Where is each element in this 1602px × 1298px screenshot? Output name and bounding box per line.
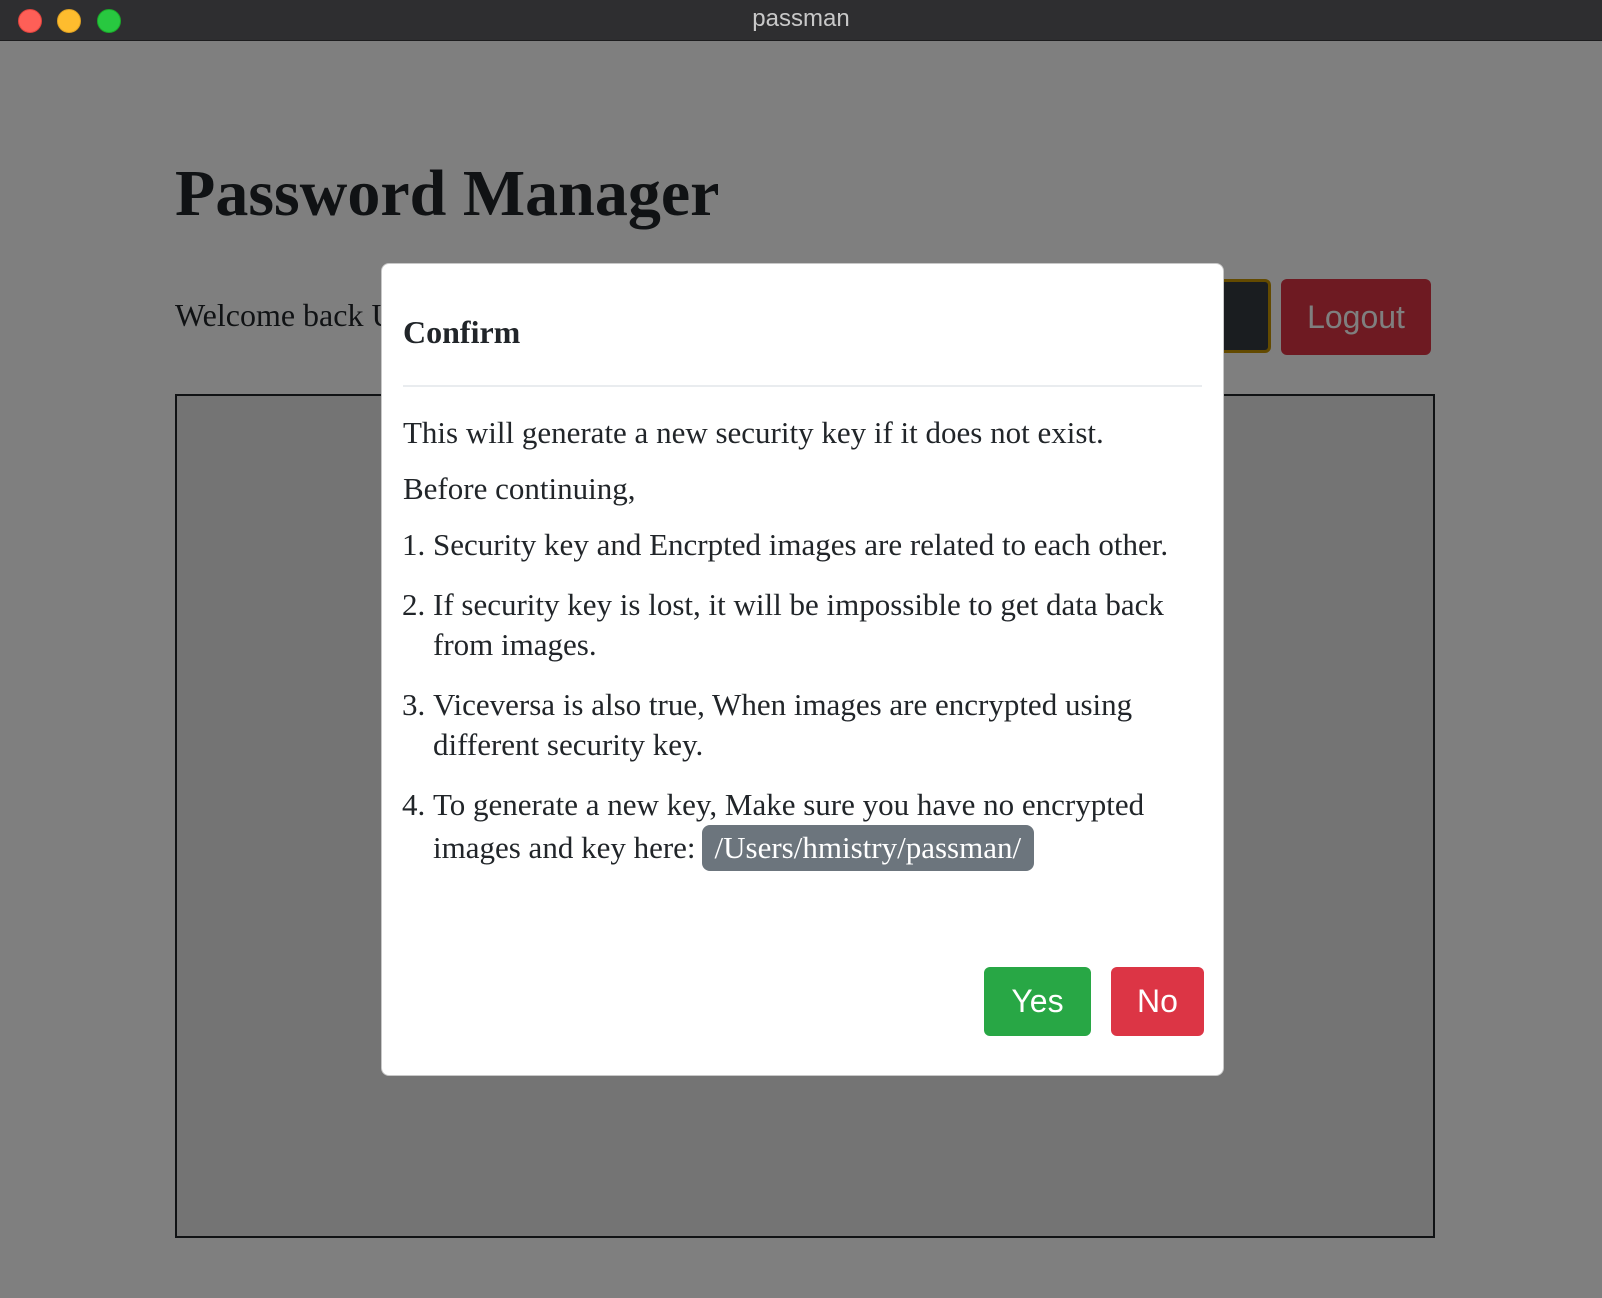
window-title: passman: [752, 5, 850, 32]
path-badge: /Users/hmistry/passman/: [701, 825, 1035, 871]
yes-button[interactable]: Yes: [984, 967, 1091, 1036]
title-bar[interactable]: passman: [0, 0, 1602, 41]
dialog-body: This will generate a new security key if…: [403, 413, 1202, 891]
list-item: Viceversa is also true, When images are …: [433, 685, 1202, 765]
dialog-before-text: Before continuing,: [403, 471, 636, 506]
app-window: passman Password Manager Welcome back U …: [0, 0, 1602, 1298]
dialog-intro-text: This will generate a new security key if…: [403, 415, 1104, 450]
warning-list: Security key and Encrpted images are rel…: [403, 525, 1202, 871]
dialog-title: Confirm: [403, 314, 521, 350]
no-button[interactable]: No: [1111, 967, 1204, 1036]
dialog-header: Confirm: [403, 264, 1202, 387]
list-item: Security key and Encrpted images are rel…: [433, 525, 1202, 565]
confirm-dialog: Confirm This will generate a new securit…: [381, 263, 1224, 1076]
list-item: If security key is lost, it will be impo…: [433, 585, 1202, 665]
list-item: To generate a new key, Make sure you hav…: [433, 785, 1202, 871]
